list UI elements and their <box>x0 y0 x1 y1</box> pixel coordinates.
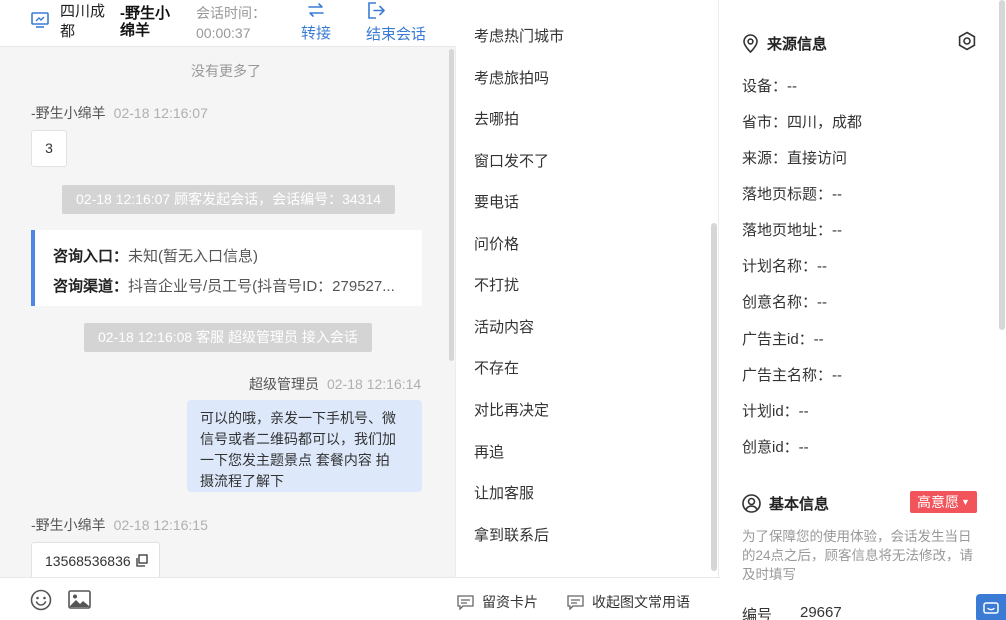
lead-card-button[interactable]: 留资卡片 <box>457 592 538 612</box>
info-field-advertiser-id: 广告主id：-- <box>742 331 824 348</box>
quick-reply-item[interactable]: 拿到联系后 <box>474 524 549 545</box>
chat-icon <box>983 602 999 614</box>
intent-level-value: 高意愿 <box>917 494 960 510</box>
locate-icon[interactable] <box>957 31 977 51</box>
visitor-location: 四川成都 <box>60 3 106 40</box>
visitor-name: -野生小绵羊 <box>120 5 170 39</box>
entry-value: 未知(暂无入口信息) <box>128 248 259 265</box>
info-field-source: 来源：直接访问 <box>742 150 848 167</box>
message-time: 02-18 12:16:15 <box>113 517 208 533</box>
chat-header: 四川成都 -野生小绵羊 会话时间： 00:00:37 转接 结束会话 <box>0 0 456 47</box>
customer-info-panel: 来源信息 设备：-- 省市：四川，成都 来源：直接访问 落地页标题：-- 落地页… <box>720 0 1006 620</box>
lead-card-label: 留资卡片 <box>482 594 538 610</box>
copy-icon[interactable] <box>135 554 148 567</box>
message-sender: -野生小绵羊 <box>31 517 106 533</box>
message-meta: 超级管理员 02-18 12:16:14 <box>249 374 421 394</box>
session-time-value: 00:00:37 <box>196 25 251 41</box>
quick-reply-item[interactable]: 对比再决定 <box>474 399 549 420</box>
info-field-creative-id: 创意id：-- <box>742 439 809 456</box>
collapse-phrases-button[interactable]: 收起图文常用语 <box>567 592 690 612</box>
no-more-history: 没有更多了 <box>191 63 261 79</box>
quick-reply-scrollbar[interactable] <box>711 223 717 571</box>
user-circle-icon <box>742 494 761 513</box>
source-info-heading: 来源信息 <box>742 33 827 54</box>
quick-reply-item[interactable]: 考虑热门城市 <box>474 25 564 46</box>
quick-reply-item[interactable]: 让加客服 <box>474 482 534 503</box>
info-field-plan-id: 计划id：-- <box>742 403 809 420</box>
quick-reply-item[interactable]: 再追 <box>474 441 504 462</box>
info-field-device: 设备：-- <box>742 78 797 95</box>
basic-info-title: 基本信息 <box>769 496 830 513</box>
transfer-label: 转接 <box>300 25 331 42</box>
caret-down-icon: ▼ <box>961 497 970 507</box>
card-icon <box>457 595 474 611</box>
phrases-icon <box>567 595 584 611</box>
chat-scrollbar[interactable] <box>449 49 454 361</box>
message-bubble: 3 <box>31 130 67 167</box>
message-time: 02-18 12:16:14 <box>327 376 422 392</box>
customer-id-value: 29667 <box>800 604 842 620</box>
channel-value: 抖音企业号/员工号(抖音号ID：279527... <box>128 278 395 295</box>
message-time: 02-18 12:16:07 <box>113 105 208 121</box>
quick-reply-item[interactable]: 窗口发不了 <box>474 150 549 171</box>
system-notice: 02-18 12:16:08 客服 超级管理员 接入会话 <box>84 323 372 352</box>
transfer-button[interactable]: 转接 <box>299 0 333 46</box>
agent-message-bubble: 可以的哦，亲发一下手机号、微 信号或者二维码都可以，我们加 一下您发主题景点 套… <box>187 400 422 492</box>
source-info-title: 来源信息 <box>767 36 828 53</box>
intent-level-dropdown[interactable]: 高意愿 ▼ <box>910 491 977 513</box>
chat-panel: 四川成都 -野生小绵羊 会话时间： 00:00:37 转接 结束会话 没有更多了… <box>0 0 456 620</box>
info-field-plan-name: 计划名称：-- <box>742 258 827 275</box>
floating-chat-button[interactable] <box>976 594 1006 620</box>
end-session-button[interactable]: 结束会话 <box>365 0 427 46</box>
entry-label: 咨询入口： <box>53 248 129 265</box>
quick-reply-item[interactable]: 要电话 <box>474 191 519 212</box>
info-field-creative-name: 创意名称：-- <box>742 294 827 311</box>
system-notice: 02-18 12:16:07 顾客发起会话，会话编号：34314 <box>62 185 396 214</box>
info-field-advertiser-name: 广告主名称：-- <box>742 367 842 384</box>
edit-deadline-notice: 为了保障您的使用体验，会话发生当日的24点之后，顾客信息将无法修改，请及时填写 <box>742 529 974 582</box>
message-line: 摄流程了解下 <box>200 473 284 489</box>
info-field-landing-url: 落地页地址：-- <box>742 222 842 239</box>
exit-icon <box>368 2 385 19</box>
quick-reply-item[interactable]: 活动内容 <box>474 316 534 337</box>
quick-reply-item[interactable]: 不存在 <box>474 357 519 378</box>
basic-info-heading: 基本信息 <box>742 493 829 514</box>
message-meta: -野生小绵羊 02-18 12:16:15 <box>31 515 208 535</box>
consult-info-card: 咨询入口：未知(暂无入口信息) 咨询渠道：抖音企业号/员工号(抖音号ID：279… <box>31 230 422 306</box>
channel-label: 咨询渠道： <box>53 278 129 295</box>
quick-reply-item[interactable]: 去哪拍 <box>474 108 519 129</box>
transfer-icon <box>308 3 324 17</box>
message-sender: 超级管理员 <box>249 376 319 392</box>
quick-reply-item[interactable]: 不打扰 <box>474 274 519 295</box>
session-time-label: 会话时间： <box>196 5 266 21</box>
message-line: 一下您发主题景点 套餐内容 拍 <box>200 452 390 468</box>
message-bubble: 13568536836 <box>31 542 160 579</box>
message-line: 信号或者二维码都可以，我们加 <box>200 431 396 447</box>
info-field-region: 省市：四川，成都 <box>742 114 863 131</box>
quick-reply-item[interactable]: 问价格 <box>474 233 519 254</box>
chat-toolbar: 留资卡片 收起图文常用语 <box>0 577 720 620</box>
monitor-icon <box>31 12 49 28</box>
quick-reply-item[interactable]: 考虑旅拍吗 <box>474 67 549 88</box>
end-session-label: 结束会话 <box>365 26 426 43</box>
info-scrollbar[interactable] <box>999 0 1005 330</box>
message-meta: -野生小绵羊 02-18 12:16:07 <box>31 103 208 123</box>
image-icon[interactable] <box>68 590 91 609</box>
quick-reply-panel: 考虑热门城市 考虑旅拍吗 去哪拍 窗口发不了 要电话 问价格 不打扰 活动内容 … <box>457 0 719 577</box>
phone-number: 13568536836 <box>45 553 131 569</box>
info-field-landing-title: 落地页标题：-- <box>742 186 842 203</box>
message-sender: -野生小绵羊 <box>31 105 106 121</box>
customer-id-label: 编号 <box>742 607 773 620</box>
emoji-icon[interactable] <box>30 589 52 611</box>
location-pin-icon <box>743 34 758 54</box>
message-line: 可以的哦，亲发一下手机号、微 <box>200 410 396 426</box>
collapse-phrases-label: 收起图文常用语 <box>592 594 690 610</box>
